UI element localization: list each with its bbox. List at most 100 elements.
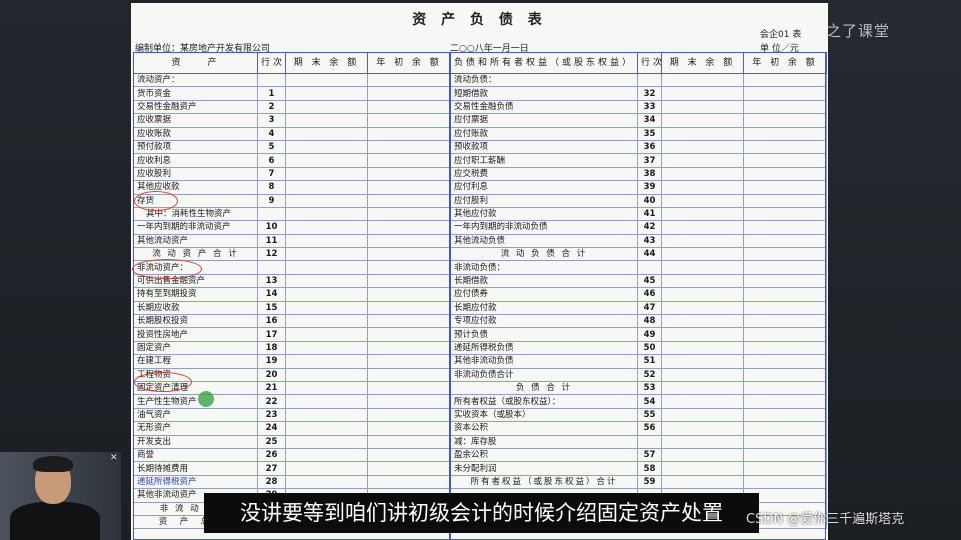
liability-end-balance: [661, 447, 744, 463]
liability-end-balance: [661, 206, 744, 222]
asset-line-no: 2: [257, 99, 286, 115]
liability-end-balance: [661, 166, 744, 182]
asset-begin-balance: [367, 260, 451, 275]
asset-begin-balance: [367, 300, 451, 316]
asset-item: 应收账款: [133, 126, 258, 141]
asset-item: 固定资产清理: [133, 380, 258, 396]
liability-line-no: 49: [637, 327, 662, 342]
liability-line-no: 59: [637, 474, 662, 490]
liability-begin-balance: [743, 180, 827, 195]
asset-end-balance: [285, 380, 368, 396]
asset-end-balance: [285, 99, 368, 115]
asset-item: 生产性生物资产: [133, 394, 258, 409]
asset-end-balance: [285, 166, 368, 182]
asset-begin-balance: [367, 273, 451, 289]
liability-item: 一年内到期的非流动负债: [450, 220, 638, 235]
asset-item: 工程物资: [133, 367, 258, 382]
asset-item: 长期应收款: [133, 300, 258, 316]
asset-item: 固定资产: [133, 340, 258, 356]
table-row: 货币资金 1 短期借款 32: [133, 86, 827, 101]
asset-begin-balance: [367, 434, 451, 449]
liability-begin-balance: [743, 193, 827, 208]
liability-item: 其他非流动负债: [450, 354, 638, 369]
header-asset: 资 产: [133, 52, 258, 74]
liability-item: 非流动负债：: [450, 260, 638, 275]
asset-end-balance: [285, 260, 368, 275]
asset-line-no: 25: [257, 434, 286, 449]
asset-line-no: 15: [257, 300, 286, 316]
liability-item: 应付账款: [450, 126, 638, 141]
liability-begin-balance: [743, 380, 827, 396]
liability-line-no: 42: [637, 220, 662, 235]
liability-item: 应付股利: [450, 193, 638, 208]
liability-end-balance: [661, 247, 744, 262]
asset-item: 应收利息: [133, 153, 258, 168]
asset-line-no: 12: [257, 247, 286, 262]
presenter-webcam: ✕: [0, 452, 121, 540]
liability-end-balance: [661, 86, 744, 101]
asset-line-no: 21: [257, 380, 286, 396]
asset-begin-balance: [367, 126, 451, 141]
asset-end-balance: [285, 126, 368, 141]
asset-item: 货币资金: [133, 86, 258, 101]
asset-item: 投资性房地产: [133, 327, 258, 342]
asset-line-no: [257, 206, 286, 222]
header-begin-balance-2: 年 初 余 额: [743, 52, 827, 74]
liability-end-balance: [661, 180, 744, 195]
asset-end-balance: [285, 367, 368, 382]
asset-line-no: 3: [257, 113, 286, 128]
asset-end-balance: [285, 340, 368, 356]
liability-item: 其他流动负债: [450, 233, 638, 249]
liability-item: 非流动负债合计: [450, 367, 638, 382]
liability-item: 实收资本（或股本）: [450, 407, 638, 423]
asset-item: 长期待摊费用: [133, 461, 258, 476]
table-row: 应收股利 7 应交税费 38: [133, 166, 827, 182]
liability-line-no: [637, 72, 662, 88]
liability-end-balance: [661, 407, 744, 423]
liability-begin-balance: [743, 300, 827, 316]
liability-item: 长期借款: [450, 273, 638, 289]
asset-end-balance: [285, 354, 368, 369]
liability-line-no: 44: [637, 247, 662, 262]
table-row: 其他流动资产 11 其他流动负债 43: [133, 233, 827, 249]
liability-end-balance: [661, 220, 744, 235]
asset-line-no: 18: [257, 340, 286, 356]
liability-line-no: 56: [637, 421, 662, 436]
liability-line-no: 39: [637, 180, 662, 195]
asset-item: 在建工程: [133, 354, 258, 369]
close-icon[interactable]: ✕: [110, 453, 118, 463]
asset-begin-balance: [367, 86, 451, 101]
liability-begin-balance: [743, 434, 827, 449]
liability-item: 负 债 合 计: [450, 380, 638, 396]
liability-item: 短期借款: [450, 86, 638, 101]
asset-line-no: 8: [257, 180, 286, 195]
liability-begin-balance: [743, 99, 827, 115]
asset-item: 递延所得税资产: [133, 474, 258, 490]
table-row: 开发支出 25 减：库存股: [133, 434, 827, 449]
liability-line-no: 52: [637, 367, 662, 382]
asset-line-no: 17: [257, 327, 286, 342]
asset-item: 商誉: [133, 447, 258, 463]
asset-line-no: 27: [257, 461, 286, 476]
liability-line-no: 40: [637, 193, 662, 208]
table-row: 应收票据 3 应付票据 34: [133, 113, 827, 128]
asset-begin-balance: [367, 367, 451, 382]
table-row: 长期待摊费用 27 未分配利润 58: [133, 461, 827, 476]
asset-item: 流 动 资 产 合 计: [133, 247, 258, 262]
liability-line-no: 33: [637, 99, 662, 115]
asset-line-no: 26: [257, 447, 286, 463]
asset-begin-balance: [367, 139, 451, 155]
asset-begin-balance: [367, 327, 451, 342]
liability-begin-balance: [743, 447, 827, 463]
presenter-body: [10, 502, 100, 540]
liability-item: 盈余公积: [450, 447, 638, 463]
liability-begin-balance: [743, 126, 827, 141]
liability-begin-balance: [743, 273, 827, 289]
asset-end-balance: [285, 72, 368, 88]
liability-begin-balance: [743, 206, 827, 222]
liability-item: 预计负债: [450, 327, 638, 342]
asset-end-balance: [285, 474, 368, 490]
asset-item: 油气资产: [133, 407, 258, 423]
balance-sheet: 资 产 负 债 表 会企01 表 编制单位：某房地产开发有限公司 二○○八年一月…: [131, 3, 828, 540]
asset-line-no: 13: [257, 273, 286, 289]
